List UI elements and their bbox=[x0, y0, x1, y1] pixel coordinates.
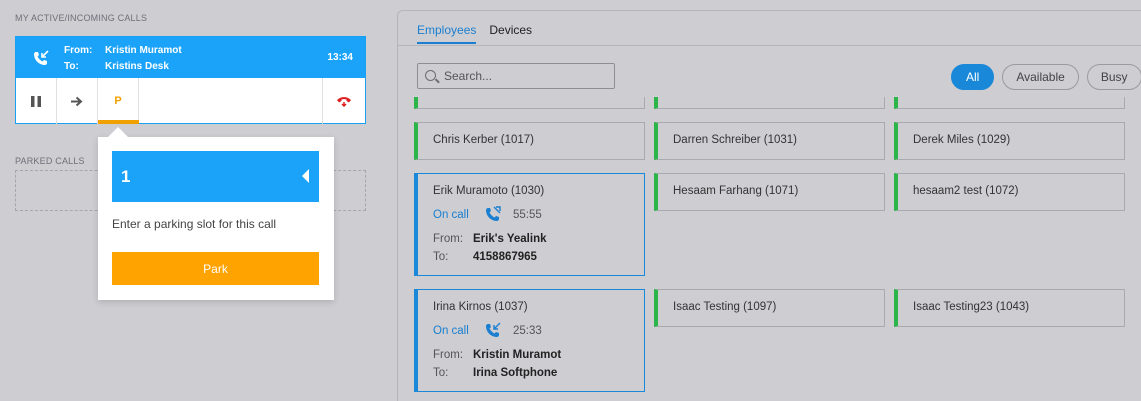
call-duration: 55:55 bbox=[513, 209, 542, 221]
from-value: Kristin Muramot bbox=[473, 349, 562, 361]
call-status: On call bbox=[433, 209, 469, 221]
directory-panel: Employees Devices All Available Busy Chr… bbox=[397, 10, 1141, 401]
parking-slot-selector[interactable]: 1 bbox=[112, 151, 319, 202]
hangup-icon bbox=[337, 97, 351, 107]
employee-name: hesaam2 test (1072) bbox=[913, 185, 1019, 197]
parking-slot-number: 1 bbox=[121, 167, 131, 186]
to-label: To: bbox=[433, 251, 449, 263]
status-filters: All Available Busy bbox=[951, 64, 1141, 90]
parked-calls-title: PARKED CALLS bbox=[15, 156, 85, 166]
phone-call-icon bbox=[486, 206, 501, 221]
employee-name: Erik Muramoto (1030) bbox=[433, 185, 545, 197]
from-value: Erik's Yealink bbox=[473, 233, 547, 245]
park-submit-button[interactable]: Park bbox=[112, 252, 319, 285]
to-label: To: bbox=[433, 367, 449, 379]
employee-card[interactable]: Isaac Testing23 (1043) bbox=[894, 289, 1125, 327]
search-input[interactable] bbox=[444, 67, 609, 85]
filter-all[interactable]: All bbox=[951, 64, 995, 90]
incoming-call-icon bbox=[34, 50, 49, 65]
employee-card[interactable]: hesaam2 test (1072) bbox=[894, 173, 1125, 211]
employee-name: Isaac Testing (1097) bbox=[673, 301, 777, 313]
to-value: 4158867965 bbox=[473, 251, 537, 263]
hangup-button[interactable] bbox=[322, 78, 365, 124]
employee-name: Derek Miles (1029) bbox=[913, 134, 1011, 146]
employee-card[interactable]: Darren Schreiber (1031) bbox=[654, 122, 885, 160]
active-call-card: From: Kristin Muramot To: Kristins Desk … bbox=[15, 36, 366, 124]
employee-name: Irina Kirnos (1037) bbox=[433, 301, 528, 313]
from-value: Kristin Muramot bbox=[105, 45, 182, 56]
filter-available[interactable]: Available bbox=[1002, 64, 1079, 90]
employee-name: Isaac Testing23 (1043) bbox=[913, 301, 1030, 313]
pause-icon bbox=[31, 95, 41, 107]
from-label: From: bbox=[64, 45, 93, 56]
employee-name: Darren Schreiber (1031) bbox=[673, 134, 798, 146]
tab-employees[interactable]: Employees bbox=[417, 23, 477, 44]
call-status: On call bbox=[433, 325, 469, 337]
employee-card[interactable]: Derek Miles (1029) bbox=[894, 122, 1125, 160]
left-pane: MY ACTIVE/INCOMING CALLS From: Kristin M… bbox=[0, 0, 397, 401]
to-label: To: bbox=[64, 61, 79, 72]
employee-card-clipped[interactable] bbox=[894, 97, 1125, 109]
active-calls-title: MY ACTIVE/INCOMING CALLS bbox=[15, 13, 148, 23]
employee-card-clipped[interactable] bbox=[654, 97, 885, 109]
arrow-right-icon bbox=[71, 96, 83, 106]
tabs-divider bbox=[398, 45, 1141, 46]
employee-card[interactable]: Isaac Testing (1097) bbox=[654, 289, 885, 327]
directory-tabs: Employees Devices bbox=[417, 23, 532, 44]
employee-card[interactable]: Hesaam Farhang (1071) bbox=[654, 173, 885, 211]
employee-card-on-call[interactable]: Irina Kirnos (1037) On call 25:33 From: … bbox=[414, 289, 645, 392]
employee-name: Chris Kerber (1017) bbox=[433, 134, 534, 146]
park-button[interactable]: P bbox=[98, 78, 139, 124]
filter-busy[interactable]: Busy bbox=[1086, 64, 1141, 90]
search-field bbox=[417, 63, 615, 89]
from-label: From: bbox=[433, 233, 464, 245]
employee-card-clipped[interactable] bbox=[414, 97, 645, 109]
transfer-button[interactable] bbox=[57, 78, 98, 124]
call-time: 13:34 bbox=[327, 52, 353, 63]
caret-left-icon bbox=[302, 169, 309, 183]
call-header: From: Kristin Muramot To: Kristins Desk … bbox=[16, 37, 365, 78]
employee-name: Hesaam Farhang (1071) bbox=[673, 185, 799, 197]
from-label: From: bbox=[433, 349, 464, 361]
tab-devices[interactable]: Devices bbox=[489, 23, 532, 44]
park-popover: 1 Enter a parking slot for this call Par… bbox=[98, 127, 334, 300]
to-value: Irina Softphone bbox=[473, 367, 558, 379]
employee-card-on-call[interactable]: Erik Muramoto (1030) On call 55:55 From:… bbox=[414, 173, 645, 276]
incoming-call-icon bbox=[486, 322, 501, 337]
hold-button[interactable] bbox=[16, 78, 57, 124]
park-instructions: Enter a parking slot for this call bbox=[112, 217, 277, 231]
call-duration: 25:33 bbox=[513, 325, 542, 337]
search-icon bbox=[425, 70, 436, 81]
to-value: Kristins Desk bbox=[105, 61, 169, 72]
call-actions: P bbox=[16, 78, 365, 124]
employee-card[interactable]: Chris Kerber (1017) bbox=[414, 122, 645, 160]
